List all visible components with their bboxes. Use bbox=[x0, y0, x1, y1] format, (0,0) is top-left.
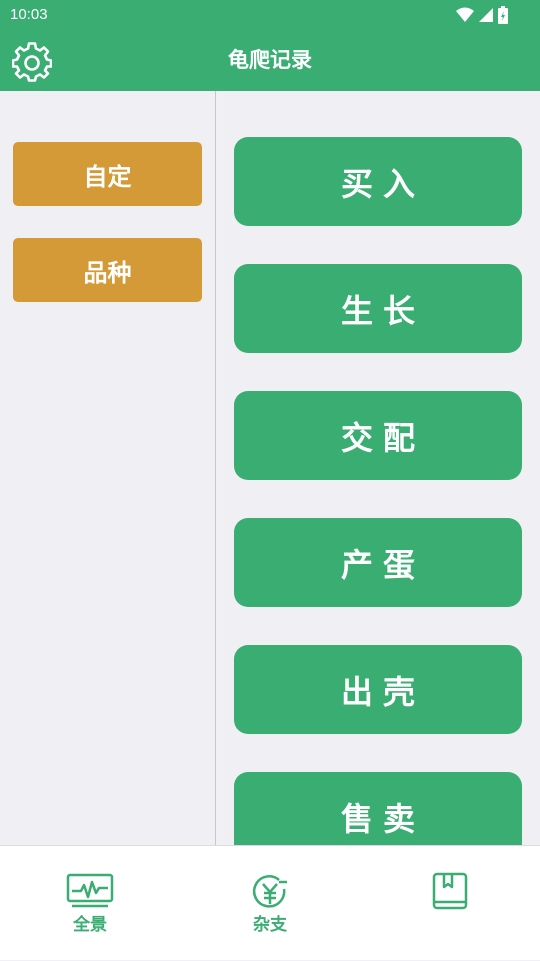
status-bar: 10:03 bbox=[0, 0, 540, 30]
page-title: 龟爬记录 bbox=[228, 48, 312, 72]
growth-button[interactable]: 生长 bbox=[234, 264, 522, 353]
egg-laying-button[interactable]: 产蛋 bbox=[234, 518, 522, 607]
nav-expenses-label: 杂支 bbox=[253, 915, 287, 935]
battery-icon bbox=[498, 6, 508, 24]
bottom-navigation: 全景 杂支 bbox=[0, 845, 540, 960]
status-icons bbox=[456, 6, 508, 24]
monitor-chart-icon bbox=[66, 873, 114, 908]
record-menu: 买入 生长 交配 产蛋 出壳 售卖 bbox=[217, 91, 540, 845]
buy-in-button[interactable]: 买入 bbox=[234, 137, 522, 226]
mating-button[interactable]: 交配 bbox=[234, 391, 522, 480]
nav-records[interactable] bbox=[360, 846, 540, 961]
yuan-coin-icon bbox=[252, 875, 287, 908]
wifi-icon bbox=[456, 7, 474, 22]
sidebar: 自定 品种 bbox=[0, 91, 216, 845]
hatching-button[interactable]: 出壳 bbox=[234, 645, 522, 734]
sell-button[interactable]: 售卖 bbox=[234, 772, 522, 845]
app-header: 10:03 龟爬记录 bbox=[0, 0, 540, 91]
book-icon bbox=[432, 872, 468, 910]
sidebar-button-custom[interactable]: 自定 bbox=[13, 142, 202, 206]
nav-expenses[interactable]: 杂支 bbox=[180, 846, 360, 961]
status-time: 10:03 bbox=[10, 6, 48, 23]
nav-overview-label: 全景 bbox=[73, 915, 107, 935]
signal-icon bbox=[479, 8, 493, 22]
sidebar-button-species[interactable]: 品种 bbox=[13, 238, 202, 302]
nav-overview[interactable]: 全景 bbox=[0, 846, 180, 961]
